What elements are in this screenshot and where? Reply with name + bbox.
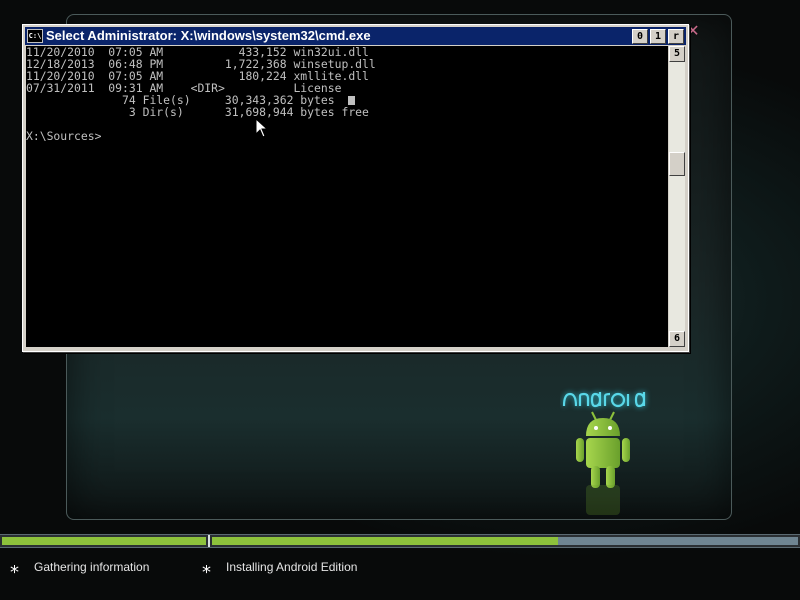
cmd-window-title: Select Administrator: X:\windows\system3… bbox=[46, 28, 371, 43]
asterisk-icon: * bbox=[202, 562, 211, 583]
progress-divider bbox=[208, 535, 210, 547]
close-button[interactable]: r bbox=[668, 29, 684, 44]
status-label-gathering: Gathering information bbox=[34, 560, 150, 574]
maximize-button[interactable]: 1 bbox=[650, 29, 666, 44]
cmd-window[interactable]: C:\ Select Administrator: X:\windows\sys… bbox=[22, 24, 689, 352]
scroll-down-button[interactable]: 6 bbox=[669, 331, 685, 347]
scroll-up-button[interactable]: 5 bbox=[669, 46, 685, 62]
asterisk-icon: * bbox=[10, 562, 19, 583]
cmd-titlebar[interactable]: C:\ Select Administrator: X:\windows\sys… bbox=[25, 27, 686, 45]
setup-progress-bar bbox=[0, 534, 800, 548]
mouse-pointer-icon bbox=[255, 118, 269, 138]
status-label-installing: Installing Android Edition bbox=[226, 560, 358, 574]
text-cursor bbox=[348, 96, 356, 105]
progress-fill bbox=[212, 537, 558, 545]
cmd-window-icon[interactable]: C:\ bbox=[27, 29, 43, 43]
minimize-button[interactable]: 0 bbox=[632, 29, 648, 44]
android-reflection bbox=[586, 485, 620, 515]
window-controls: 0 1 r bbox=[632, 29, 684, 44]
console-output[interactable]: 11/20/2010 07:05 AM 433,152 win32ui.dll … bbox=[26, 46, 668, 347]
console-line: 3 Dir(s) 31,698,944 bytes free bbox=[26, 105, 369, 119]
progress-segment-gathering bbox=[2, 537, 206, 545]
command-prompt[interactable]: X:\Sources> bbox=[26, 130, 668, 142]
scroll-thumb[interactable] bbox=[669, 152, 685, 176]
progress-segment-installing bbox=[212, 537, 798, 545]
vertical-scrollbar[interactable]: 5 6 bbox=[669, 46, 685, 347]
